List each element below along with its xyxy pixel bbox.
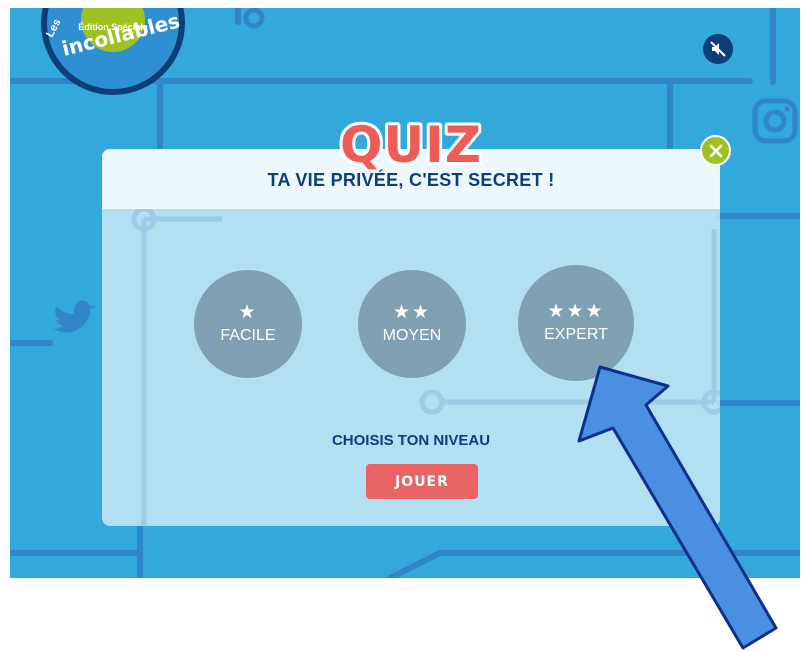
pointer-arrow-icon xyxy=(577,365,778,650)
